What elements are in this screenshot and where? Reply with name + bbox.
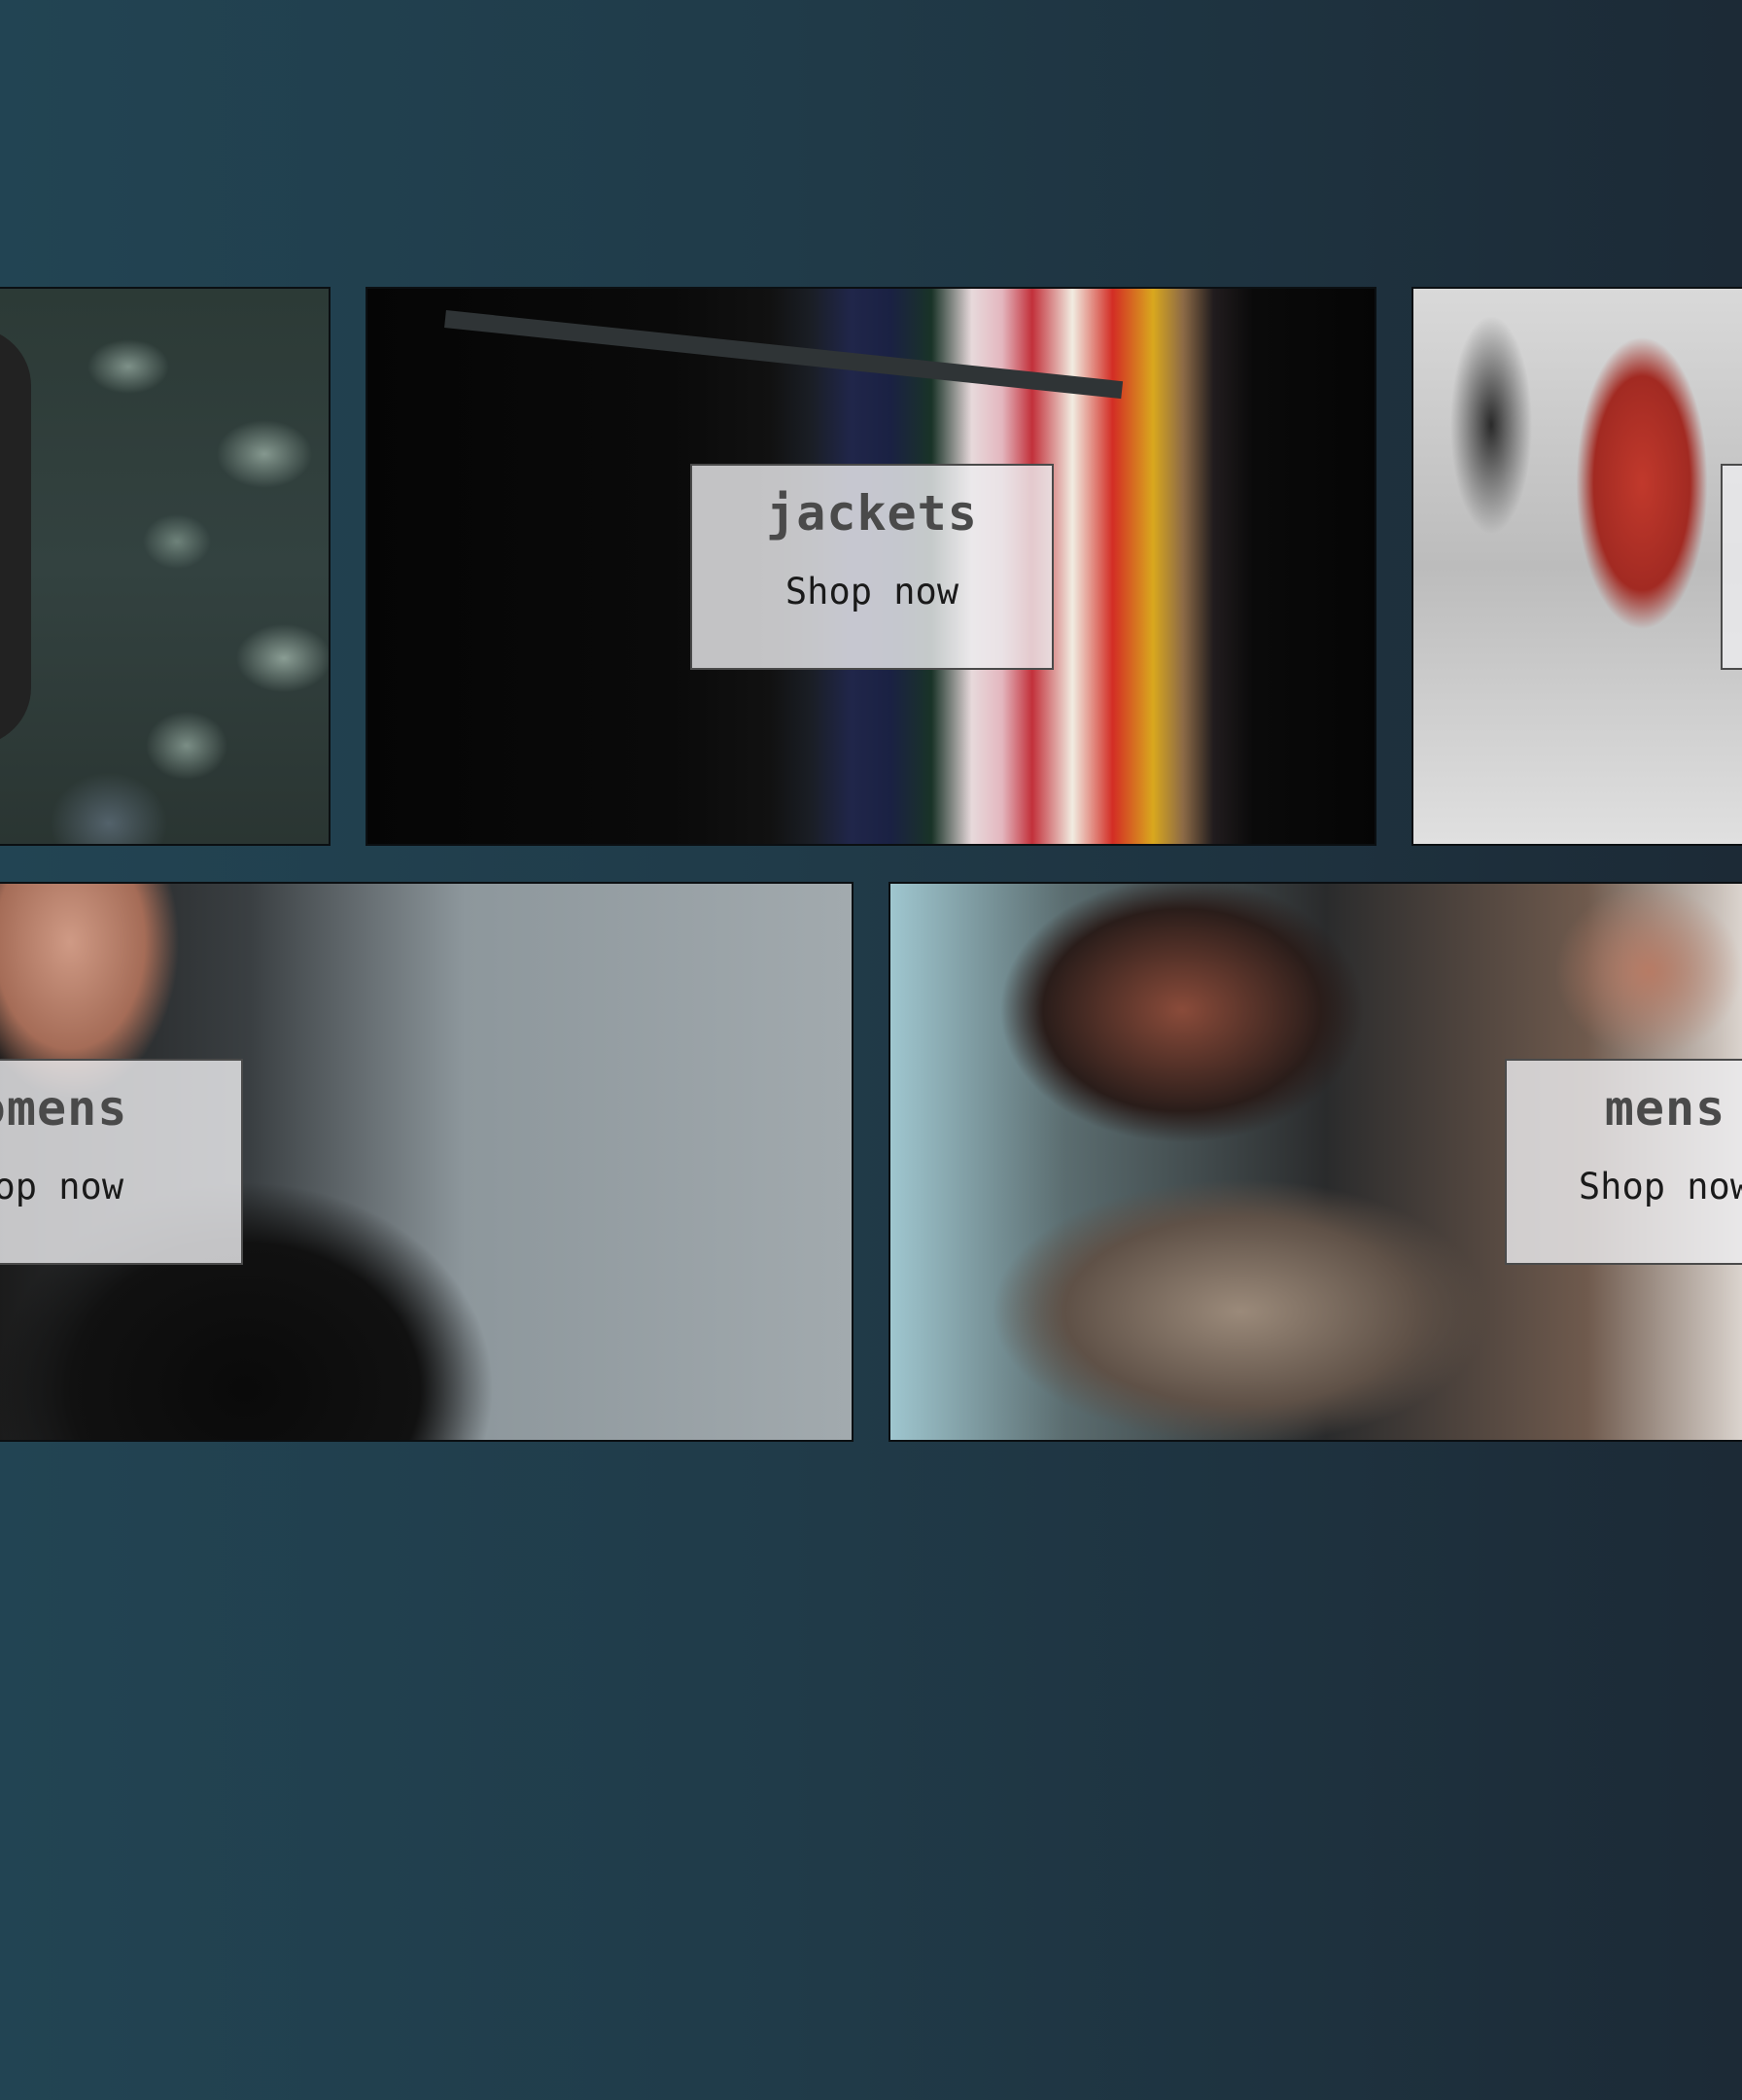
category-title-jackets: jackets — [766, 485, 978, 542]
category-label-sneakers[interactable] — [1721, 464, 1742, 670]
shop-now-link-jackets[interactable]: Shop now — [692, 571, 1052, 612]
cap-shape — [0, 328, 31, 746]
category-card-mens[interactable]: mens Shop now — [888, 882, 1742, 1442]
caps-photo — [0, 289, 329, 844]
sneakers-photo — [1413, 289, 1742, 844]
category-card-jackets[interactable]: jackets Shop now — [366, 287, 1376, 846]
category-label-jackets[interactable]: jackets Shop now — [690, 464, 1054, 670]
category-label-mens[interactable]: mens Shop now — [1505, 1059, 1742, 1265]
shop-now-link-womens[interactable]: Shop now — [0, 1166, 241, 1208]
category-title-mens: mens — [1604, 1080, 1726, 1137]
category-title-womens: womens — [0, 1080, 128, 1137]
category-card-womens[interactable]: womens Shop now — [0, 882, 854, 1442]
category-card-caps[interactable] — [0, 287, 331, 846]
category-label-womens[interactable]: womens Shop now — [0, 1059, 243, 1265]
shop-now-link-mens[interactable]: Shop now — [1507, 1166, 1742, 1208]
category-directory: jackets Shop now womens Shop now mens Sh… — [0, 0, 1742, 2100]
category-card-sneakers[interactable] — [1411, 287, 1742, 846]
